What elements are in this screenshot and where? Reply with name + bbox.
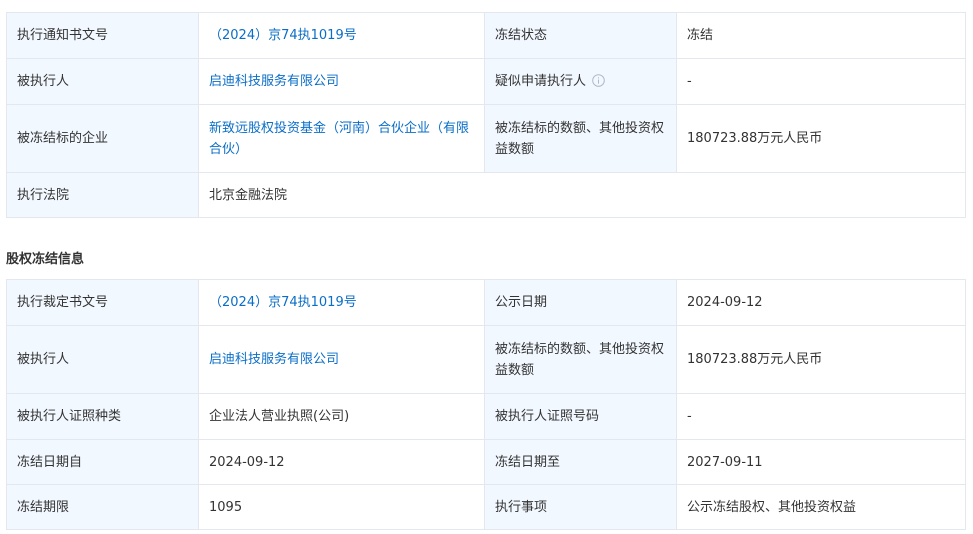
row-value: （2024）京74执1019号 <box>198 279 485 326</box>
row-value: （2024）京74执1019号 <box>198 12 485 59</box>
row-label: 被执行人 <box>6 58 199 105</box>
freeze-period: 1095 <box>198 484 485 530</box>
notice-number-link[interactable]: （2024）京74执1019号 <box>209 28 357 43</box>
table-row: 执行通知书文号 （2024）京74执1019号 冻结状态 冻结 <box>6 12 966 59</box>
executed-person-link[interactable]: 启迪科技服务有限公司 <box>209 352 339 367</box>
table-row: 执行裁定书文号 （2024）京74执1019号 公示日期 2024-09-12 <box>6 279 966 326</box>
table-row: 被执行人证照种类 企业法人营业执照(公司) 被执行人证照号码 - <box>6 393 966 440</box>
row-label: 执行事项 <box>484 484 677 530</box>
row-label: 被执行人 <box>6 325 199 394</box>
section-title: 股权冻结信息 <box>6 252 85 267</box>
court-name: 北京金融法院 <box>198 172 966 218</box>
row-label: 被执行人证照种类 <box>6 393 199 440</box>
license-number: - <box>676 393 966 440</box>
row-label: 冻结状态 <box>484 12 677 59</box>
row-label: 冻结日期至 <box>484 439 677 485</box>
license-type: 企业法人营业执照(公司) <box>198 393 485 440</box>
suspected-applicant-label: 疑似申请执行人 <box>495 74 587 89</box>
row-label: 疑似申请执行人 <box>484 58 677 105</box>
row-label: 被冻结标的数额、其他投资权益数额 <box>484 104 677 173</box>
row-label: 冻结期限 <box>6 484 199 530</box>
equity-freeze-table: 执行裁定书文号 （2024）京74执1019号 公示日期 2024-09-12 … <box>6 279 966 530</box>
row-label: 被冻结标的企业 <box>6 104 199 173</box>
row-value: 启迪科技服务有限公司 <box>198 58 485 105</box>
freeze-notice-table: 执行通知书文号 （2024）京74执1019号 冻结状态 冻结 被执行人 启迪科… <box>6 12 966 218</box>
row-label: 执行裁定书文号 <box>6 279 199 326</box>
freeze-status: 冻结 <box>676 12 966 59</box>
table-row: 被执行人 启迪科技服务有限公司 疑似申请执行人 - <box>6 58 966 105</box>
row-label: 执行通知书文号 <box>6 12 199 59</box>
row-label: 公示日期 <box>484 279 677 326</box>
freeze-end-date: 2027-09-11 <box>676 439 966 485</box>
row-label: 执行法院 <box>6 172 199 218</box>
executed-person-link[interactable]: 启迪科技服务有限公司 <box>209 74 339 89</box>
row-value: - <box>676 58 966 105</box>
table-row: 被执行人 启迪科技服务有限公司 被冻结标的数额、其他投资权益数额 180723.… <box>6 325 966 394</box>
table-row: 执行法院 北京金融法院 <box>6 172 966 218</box>
row-value: 启迪科技服务有限公司 <box>198 325 485 394</box>
row-value: 新致远股权投资基金（河南）合伙企业（有限合伙） <box>198 104 485 173</box>
publish-date: 2024-09-12 <box>676 279 966 326</box>
ruling-number-link[interactable]: （2024）京74执1019号 <box>209 295 357 310</box>
row-label: 被冻结标的数额、其他投资权益数额 <box>484 325 677 394</box>
row-label: 被执行人证照号码 <box>484 393 677 440</box>
row-label: 冻结日期自 <box>6 439 199 485</box>
table-row: 冻结期限 1095 执行事项 公示冻结股权、其他投资权益 <box>6 484 966 530</box>
execution-matter: 公示冻结股权、其他投资权益 <box>676 484 966 530</box>
frozen-enterprise-link[interactable]: 新致远股权投资基金（河南）合伙企业（有限合伙） <box>209 121 469 157</box>
table-row: 被冻结标的企业 新致远股权投资基金（河南）合伙企业（有限合伙） 被冻结标的数额、… <box>6 104 966 173</box>
table-row: 冻结日期自 2024-09-12 冻结日期至 2027-09-11 <box>6 439 966 485</box>
frozen-amount: 180723.88万元人民币 <box>676 325 966 394</box>
freeze-start-date: 2024-09-12 <box>198 439 485 485</box>
frozen-amount: 180723.88万元人民币 <box>676 104 966 173</box>
info-circle-icon[interactable] <box>592 74 605 87</box>
